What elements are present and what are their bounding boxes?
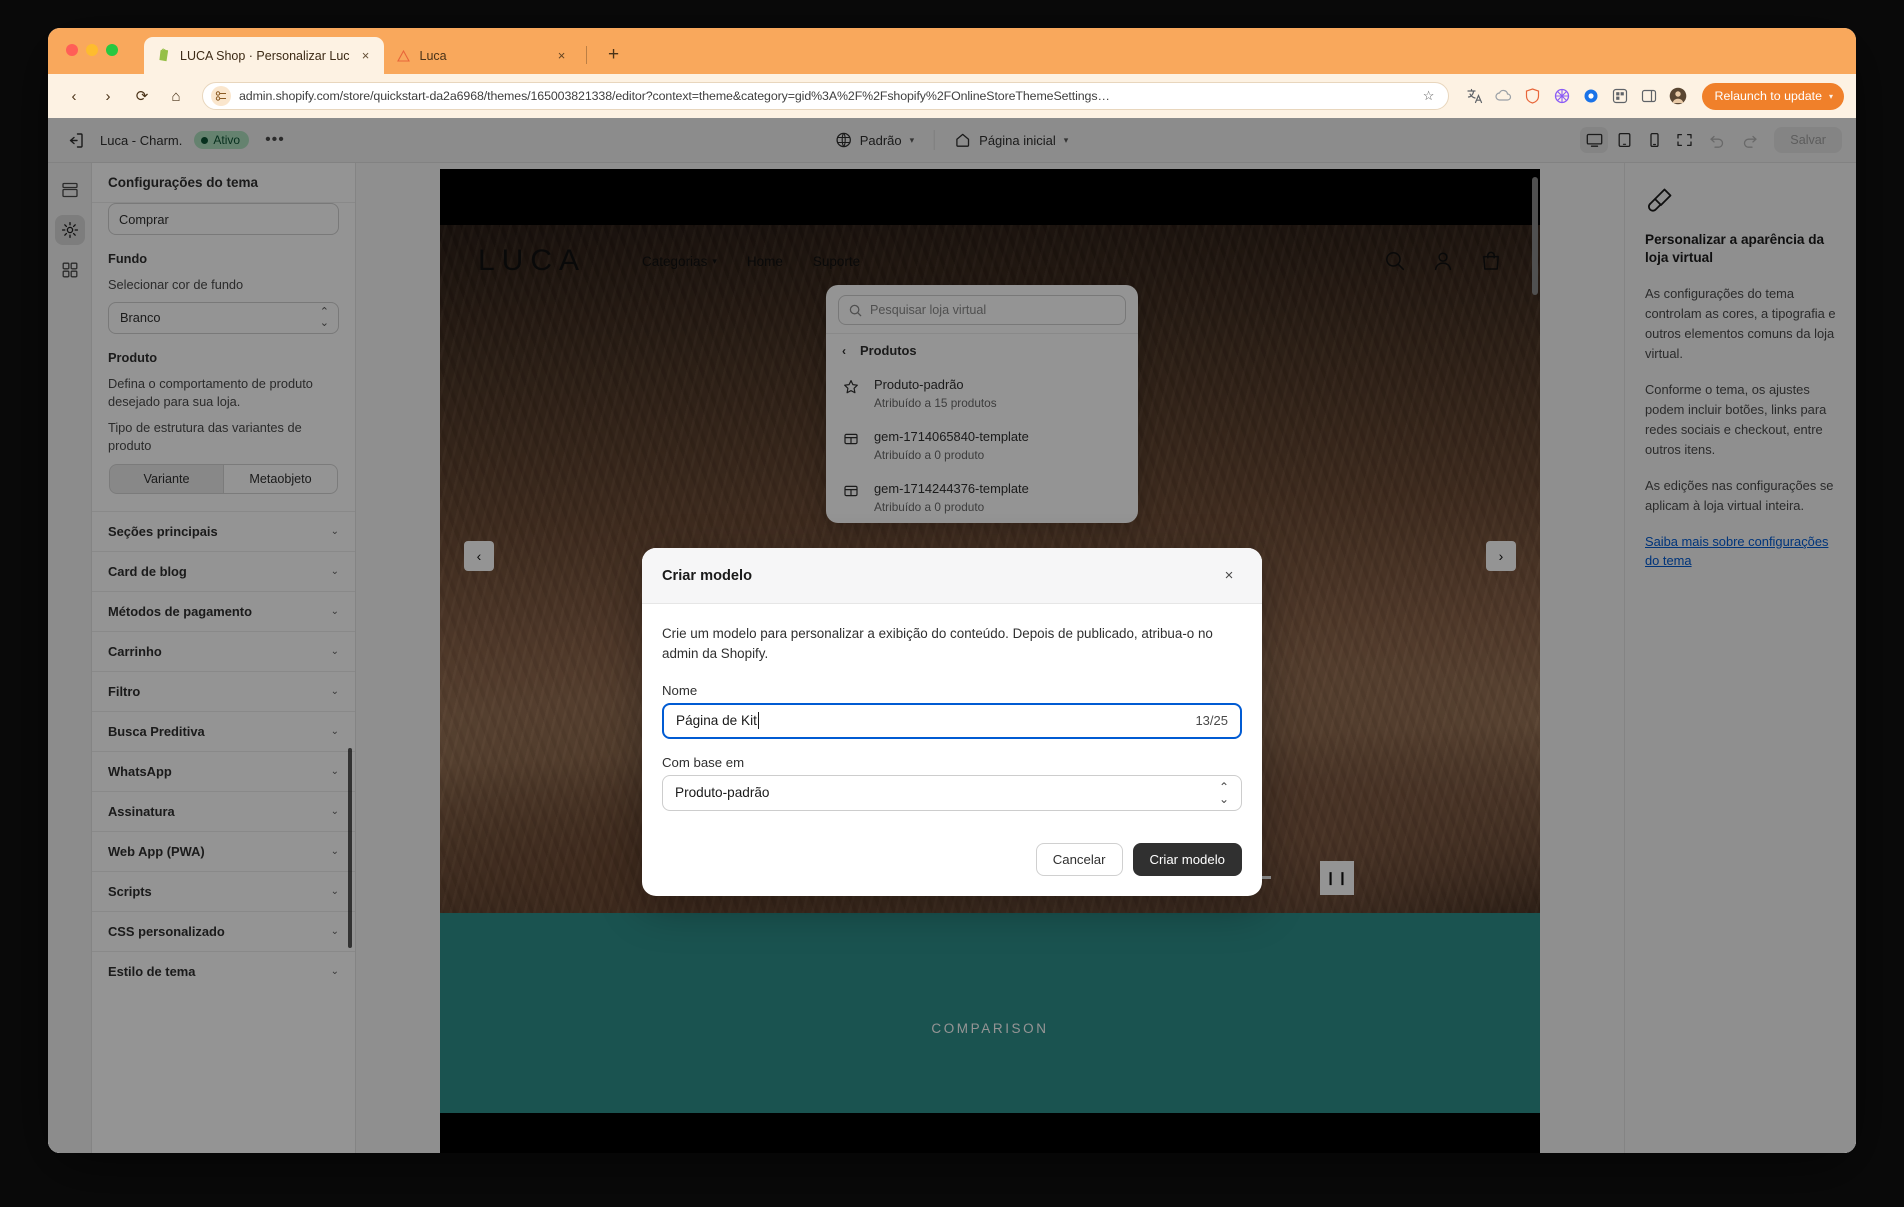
forward-icon[interactable]: › [94,82,122,110]
window-traffic-lights[interactable] [66,44,118,56]
browser-extensions [1461,86,1688,106]
site-settings-icon[interactable] [211,86,231,106]
cloud-icon[interactable] [1494,86,1514,106]
circle-blue-icon[interactable] [1581,86,1601,106]
address-bar[interactable]: admin.shopify.com/store/quickstart-da2a6… [202,82,1449,110]
grid-apps-icon[interactable] [1610,86,1630,106]
browser-tab-shopify[interactable]: LUCA Shop · Personalizar Luc × [144,37,384,74]
create-template-modal: Criar modelo × Crie um modelo para perso… [642,548,1262,896]
tab-divider [586,46,587,64]
home-icon[interactable]: ⌂ [162,82,190,110]
maximize-window-button[interactable] [106,44,118,56]
close-icon[interactable]: × [1216,563,1242,589]
close-window-button[interactable] [66,44,78,56]
base-template-select[interactable]: Produto-padrão ⌃⌄ [662,775,1242,811]
cancel-button[interactable]: Cancelar [1036,843,1123,876]
browser-tab-strip: LUCA Shop · Personalizar Luc × Luca × + [48,28,1856,74]
modal-title: Criar modelo [662,568,752,584]
create-template-button[interactable]: Criar modelo [1133,843,1243,876]
desktop-background: LUCA Shop · Personalizar Luc × Luca × + … [0,0,1904,1207]
name-input-value: Página de Kit [676,713,757,728]
chevron-updown-icon: ⌃⌄ [1219,781,1229,805]
base-template-value: Produto-padrão [675,785,769,800]
bookmark-star-icon[interactable]: ☆ [1420,87,1438,105]
avatar[interactable] [1668,86,1688,106]
back-icon[interactable]: ‹ [60,82,88,110]
minimize-window-button[interactable] [86,44,98,56]
reload-icon[interactable]: ⟳ [128,82,156,110]
extension-puzzle-icon[interactable] [1552,86,1572,106]
close-icon[interactable]: × [358,48,374,64]
chevron-down-icon[interactable]: ▾ [1829,92,1833,101]
relaunch-label: Relaunch to update [1715,89,1822,103]
browser-toolbar: ‹ › ⟳ ⌂ admin.shopify.com/store/quicksta… [48,74,1856,118]
name-input[interactable]: Página de Kit 13/25 [662,703,1242,739]
name-field-label: Nome [662,683,1242,698]
modal-body: Crie um modelo para personalizar a exibi… [642,604,1262,817]
relaunch-to-update-button[interactable]: Relaunch to update ▾ [1702,83,1844,110]
vercel-triangle-icon [396,48,412,64]
modal-footer: Cancelar Criar modelo [642,817,1262,896]
tab-title: LUCA Shop · Personalizar Luc [180,49,350,63]
sidepanel-icon[interactable] [1639,86,1659,106]
shield-icon[interactable] [1523,86,1543,106]
modal-header: Criar modelo × [642,548,1262,604]
close-icon[interactable]: × [554,48,570,64]
character-counter: 13/25 [1195,713,1228,728]
shopify-icon [156,48,172,64]
modal-description: Crie um modelo para personalizar a exibi… [662,624,1242,665]
browser-window: LUCA Shop · Personalizar Luc × Luca × + … [48,28,1856,1153]
browser-tab-luca[interactable]: Luca × [384,37,580,74]
new-tab-button[interactable]: + [601,42,627,68]
base-field-label: Com base em [662,755,1242,770]
url-text: admin.shopify.com/store/quickstart-da2a6… [239,89,1412,103]
text-cursor [758,712,759,729]
tab-list: LUCA Shop · Personalizar Luc × Luca × + [144,28,627,74]
shopify-theme-editor: Luca - Charm. Ativo ••• Padrão ▾ [48,118,1856,1153]
tab-title: Luca [420,49,546,63]
translate-icon[interactable] [1465,86,1485,106]
